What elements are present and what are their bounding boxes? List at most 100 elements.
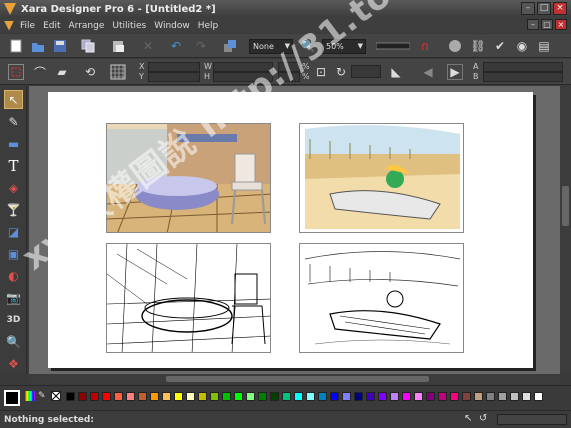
- selector-tool-icon[interactable]: ↖: [4, 90, 23, 109]
- fill-tool-icon[interactable]: ◈: [4, 178, 23, 197]
- palette-swatch[interactable]: [378, 392, 387, 401]
- palette-swatch[interactable]: [522, 392, 531, 401]
- palette-swatch[interactable]: [78, 392, 87, 401]
- palette-swatch[interactable]: [486, 392, 495, 401]
- palette-swatch[interactable]: [318, 392, 327, 401]
- palette-swatch[interactable]: [510, 392, 519, 401]
- palette-swatch[interactable]: [198, 392, 207, 401]
- horizontal-scroll-thumb[interactable]: [166, 376, 429, 382]
- palette-swatch[interactable]: [366, 392, 375, 401]
- freehand-tool-icon[interactable]: ✎: [4, 112, 23, 131]
- palette-swatch[interactable]: [174, 392, 183, 401]
- palette-swatch[interactable]: [534, 392, 543, 401]
- palette-swatch[interactable]: [102, 392, 111, 401]
- doc-close-button[interactable]: ×: [555, 19, 567, 30]
- grid-icon[interactable]: [110, 64, 126, 80]
- palette-swatch[interactable]: [126, 392, 135, 401]
- open-folder-icon[interactable]: [30, 38, 46, 54]
- palette-swatch[interactable]: [402, 392, 411, 401]
- rotate-icon[interactable]: ⟲: [82, 64, 98, 80]
- doc-minimize-button[interactable]: –: [527, 19, 539, 30]
- horizontal-scrollbar[interactable]: [29, 374, 560, 384]
- y-field[interactable]: [148, 72, 200, 82]
- text-tool-icon[interactable]: T: [4, 156, 23, 175]
- rotation-angle-icon[interactable]: ↻: [333, 64, 349, 80]
- menu-file[interactable]: File: [20, 21, 35, 31]
- redo-icon[interactable]: ↷: [193, 38, 209, 54]
- new-document-icon[interactable]: [8, 38, 24, 54]
- palette-swatch[interactable]: [330, 392, 339, 401]
- palette-swatch[interactable]: [66, 392, 75, 401]
- web-export-icon[interactable]: ◉: [514, 38, 530, 54]
- link-icon[interactable]: ⛓: [470, 38, 486, 54]
- flip-horizontal-icon[interactable]: ◣: [388, 64, 404, 80]
- rotation-field[interactable]: [351, 65, 381, 78]
- photo-tool-icon[interactable]: 📷: [4, 288, 23, 307]
- snap-status-icon[interactable]: ↖: [464, 413, 476, 425]
- current-line-color-swatch[interactable]: [4, 390, 20, 406]
- palette-swatch[interactable]: [150, 392, 159, 401]
- blend-tool-icon[interactable]: ◐: [4, 266, 23, 285]
- doc-maximize-button[interactable]: □: [541, 19, 553, 30]
- vertical-scroll-thumb[interactable]: [562, 186, 569, 226]
- document-menu-icon[interactable]: [4, 20, 14, 31]
- menu-edit[interactable]: Edit: [43, 21, 60, 31]
- save-icon[interactable]: [52, 38, 68, 54]
- no-color-swatch[interactable]: [51, 391, 61, 401]
- palette-swatch[interactable]: [354, 392, 363, 401]
- undo-status-icon[interactable]: ↺: [479, 413, 491, 425]
- close-button[interactable]: ×: [553, 2, 567, 15]
- palette-swatch[interactable]: [450, 392, 459, 401]
- live-effects-tool-icon[interactable]: ❖: [4, 354, 23, 373]
- menu-window[interactable]: Window: [154, 21, 190, 31]
- eyedropper-icon[interactable]: ✎: [38, 391, 48, 401]
- palette-swatch[interactable]: [246, 392, 255, 401]
- palette-swatch[interactable]: [186, 392, 195, 401]
- snap-magnet-icon[interactable]: ∩: [417, 38, 433, 54]
- document-page[interactable]: [48, 92, 533, 368]
- palette-swatch[interactable]: [210, 392, 219, 401]
- palette-swatch[interactable]: [114, 392, 123, 401]
- palette-swatch[interactable]: [234, 392, 243, 401]
- palette-swatch[interactable]: [162, 392, 171, 401]
- extrude-3d-tool-icon[interactable]: 3D: [4, 310, 23, 329]
- beach-line-sketch[interactable]: [299, 243, 464, 353]
- check-icon[interactable]: ✔: [492, 38, 508, 54]
- palette-swatch[interactable]: [438, 392, 447, 401]
- a-field[interactable]: [483, 62, 563, 72]
- palette-swatch[interactable]: [462, 392, 471, 401]
- palette-swatch[interactable]: [138, 392, 147, 401]
- copy-icon[interactable]: [80, 38, 96, 54]
- transparency-tool-icon[interactable]: 🍸: [4, 200, 23, 219]
- arrow-right-icon[interactable]: ▶: [447, 64, 463, 80]
- bathroom-line-sketch[interactable]: [106, 243, 271, 353]
- b-field[interactable]: [483, 72, 563, 82]
- palette-swatch[interactable]: [390, 392, 399, 401]
- fill-bucket-icon[interactable]: ▰: [54, 64, 70, 80]
- palette-swatch[interactable]: [414, 392, 423, 401]
- palette-swatch[interactable]: [282, 392, 291, 401]
- preview-icon[interactable]: ▤: [536, 38, 552, 54]
- x-field[interactable]: [148, 62, 200, 72]
- rectangle-tool-icon[interactable]: ▬: [4, 134, 23, 153]
- palette-swatch[interactable]: [270, 392, 279, 401]
- palette-swatch[interactable]: [342, 392, 351, 401]
- undo-icon[interactable]: ↶: [168, 38, 184, 54]
- beach-color-illustration[interactable]: [299, 123, 464, 233]
- palette-swatch[interactable]: [90, 392, 99, 401]
- menu-arrange[interactable]: Arrange: [69, 21, 105, 31]
- delete-icon[interactable]: ✕: [140, 38, 156, 54]
- curve-icon[interactable]: ⌒: [32, 64, 48, 80]
- palette-swatch[interactable]: [306, 392, 315, 401]
- minimize-button[interactable]: –: [521, 2, 535, 15]
- menu-help[interactable]: Help: [198, 21, 219, 31]
- arrow-left-icon[interactable]: ◀: [420, 64, 436, 80]
- select-inside-icon[interactable]: [8, 64, 24, 80]
- maximize-button[interactable]: □: [537, 2, 551, 15]
- vertical-scrollbar[interactable]: [560, 86, 571, 374]
- palette-swatch[interactable]: [222, 392, 231, 401]
- import-icon[interactable]: [447, 38, 463, 54]
- palette-swatch[interactable]: [294, 392, 303, 401]
- bring-to-front-icon[interactable]: [222, 38, 238, 54]
- palette-swatch[interactable]: [426, 392, 435, 401]
